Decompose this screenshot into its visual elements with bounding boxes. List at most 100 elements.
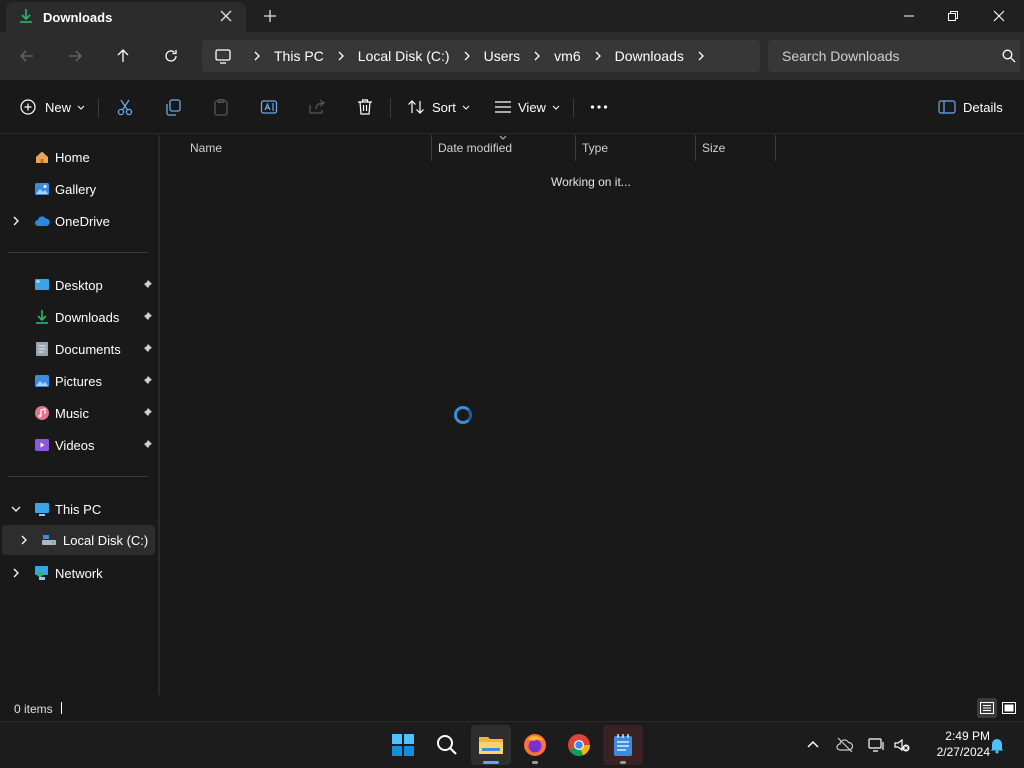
breadcrumb-vm6[interactable]: vm6	[554, 48, 580, 64]
breadcrumb[interactable]: This PC Local Disk (C:) Users vm6 Downlo…	[202, 40, 760, 72]
chevron-right-icon	[338, 51, 344, 61]
status-bar: 0 items	[0, 695, 1024, 721]
view-label: View	[518, 99, 546, 115]
back-button[interactable]	[15, 44, 39, 68]
title-bar: Downloads	[0, 0, 1024, 32]
notification-bell-icon[interactable]	[988, 736, 1006, 754]
column-separator[interactable]	[431, 135, 432, 161]
view-list-icon	[495, 101, 511, 113]
search-icon	[1002, 49, 1016, 63]
sidebar-item-desktop[interactable]: Desktop	[0, 270, 156, 300]
sidebar-item-music[interactable]: Music	[0, 398, 156, 428]
column-header-name[interactable]: Name	[190, 135, 222, 161]
tab-title: Downloads	[43, 10, 113, 25]
sidebar-item-home[interactable]: Home	[0, 142, 156, 172]
search-taskbar-button[interactable]	[427, 725, 467, 765]
breadcrumb-this-pc[interactable]: This PC	[274, 48, 324, 64]
chevron-up-icon[interactable]	[804, 736, 822, 754]
sidebar-item-downloads[interactable]: Downloads	[0, 302, 156, 332]
firefox-taskbar-button[interactable]	[515, 725, 555, 765]
sidebar-item-network[interactable]: Network	[0, 558, 156, 588]
sidebar-item-gallery[interactable]: Gallery	[0, 174, 156, 204]
file-list[interactable]: Name Date modified Type Size Working on …	[160, 135, 1024, 695]
search-box[interactable]: Search Downloads	[768, 40, 1020, 72]
rename-icon	[260, 100, 278, 114]
chevron-right-icon	[254, 51, 260, 61]
chevron-right-icon[interactable]	[11, 568, 21, 578]
column-header-size[interactable]: Size	[702, 135, 725, 161]
more-options-button[interactable]	[590, 96, 608, 118]
share-button[interactable]	[308, 96, 326, 118]
delete-button[interactable]	[356, 96, 374, 118]
copy-button[interactable]	[164, 96, 182, 118]
computer-icon	[215, 49, 231, 64]
arrow-left-icon	[20, 50, 33, 62]
sidebar-item-this-pc[interactable]: This PC	[0, 494, 156, 524]
close-window-button[interactable]	[976, 0, 1022, 32]
notepad-taskbar-button[interactable]	[603, 725, 643, 765]
sidebar-item-pictures[interactable]: Pictures	[0, 366, 156, 396]
volume-muted-icon[interactable]	[893, 736, 911, 754]
pin-icon	[143, 280, 152, 289]
paste-button[interactable]	[212, 96, 230, 118]
column-header-date-modified[interactable]: Date modified	[438, 135, 512, 161]
tab-downloads[interactable]: Downloads	[6, 2, 246, 32]
forward-button[interactable]	[63, 44, 87, 68]
sort-icon	[408, 100, 424, 114]
chrome-taskbar-button[interactable]	[559, 725, 599, 765]
divider	[390, 98, 391, 118]
refresh-button[interactable]	[159, 44, 183, 68]
drive-icon	[42, 535, 56, 545]
sidebar-label: Gallery	[55, 181, 97, 197]
column-separator[interactable]	[695, 135, 696, 161]
details-view-button[interactable]	[977, 698, 997, 718]
onedrive-offline-icon[interactable]	[836, 736, 854, 754]
sidebar-item-local-disk[interactable]: Local Disk (C:)	[2, 525, 155, 555]
sidebar-item-videos[interactable]: Videos	[0, 430, 156, 460]
chevron-right-icon[interactable]	[19, 535, 29, 545]
sidebar-item-onedrive[interactable]: OneDrive	[0, 206, 156, 236]
breadcrumb-users[interactable]: Users	[484, 48, 521, 64]
system-clock[interactable]: 2:49 PM 2/27/2024	[918, 728, 990, 760]
column-separator[interactable]	[775, 135, 776, 161]
chevron-right-icon[interactable]	[696, 51, 706, 61]
chevron-right-icon	[464, 51, 470, 61]
download-icon	[20, 9, 32, 23]
restore-button[interactable]	[930, 0, 976, 32]
details-button[interactable]: Details	[938, 96, 1003, 118]
notepad-icon	[614, 734, 632, 756]
network-tray-icon[interactable]	[868, 736, 886, 754]
column-separator[interactable]	[575, 135, 576, 161]
rename-button[interactable]	[260, 96, 278, 118]
breadcrumb-local-disk[interactable]: Local Disk (C:)	[358, 48, 450, 64]
chrome-icon	[568, 734, 591, 757]
view-button[interactable]: View	[494, 96, 561, 118]
new-button[interactable]: New	[20, 96, 86, 118]
pin-icon	[143, 376, 152, 385]
cut-button[interactable]	[116, 96, 134, 118]
sort-button[interactable]: Sort	[407, 96, 471, 118]
up-button[interactable]	[111, 44, 135, 68]
new-tab-icon[interactable]	[262, 8, 278, 24]
copy-icon	[166, 99, 181, 116]
navigation-pane: Home Gallery OneDrive Desktop Downloads	[0, 135, 158, 695]
command-bar: New Sort View Details	[0, 80, 1024, 134]
search-input[interactable]: Search Downloads	[782, 48, 900, 64]
cloud-icon	[35, 216, 50, 226]
file-explorer-taskbar-button[interactable]	[471, 725, 511, 765]
sidebar-label: Downloads	[55, 309, 120, 325]
running-indicator	[532, 761, 538, 764]
sidebar-divider	[8, 252, 148, 253]
minimize-button[interactable]	[886, 0, 932, 32]
taskbar: 2:49 PM 2/27/2024	[0, 721, 1024, 768]
start-button[interactable]	[383, 725, 423, 765]
pin-icon	[143, 440, 152, 449]
chevron-down-icon[interactable]	[11, 504, 21, 514]
tiles-view-button[interactable]	[999, 698, 1019, 718]
close-tab-icon[interactable]	[218, 8, 234, 24]
sidebar-item-documents[interactable]: Documents	[0, 334, 156, 364]
chevron-right-icon[interactable]	[11, 216, 21, 226]
column-header-type[interactable]: Type	[582, 135, 608, 161]
chevron-right-icon	[534, 51, 541, 61]
breadcrumb-downloads[interactable]: Downloads	[615, 48, 684, 64]
